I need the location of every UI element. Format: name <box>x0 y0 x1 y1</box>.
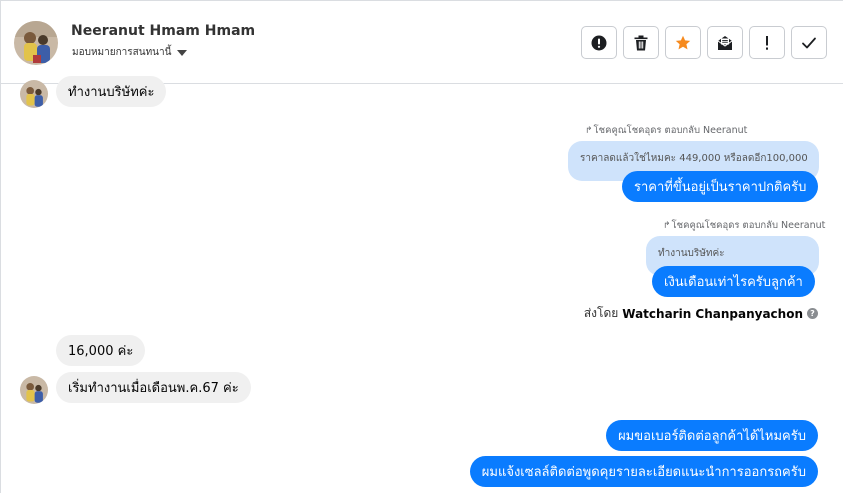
alert-circle-icon <box>591 35 607 50</box>
sent-by-name[interactable]: Watcharin Chanpanyachon <box>622 307 803 321</box>
sent-by-label: ส่งโดย Watcharin Chanpanyachon ? <box>584 304 818 323</box>
incoming-message[interactable]: เริ่มทำงานเมื่อเดือนพ.ค.67 ค่ะ <box>56 372 251 403</box>
reply-icon: ↱ <box>585 126 593 136</box>
star-icon <box>675 35 691 49</box>
reply-header-text: โชคคูณโชคอุดร ตอบกลับ Neeranut <box>671 220 826 231</box>
incoming-message[interactable]: ทำงานบริษัทค่ะ <box>56 76 167 107</box>
sent-by-prefix: ส่งโดย <box>583 306 619 320</box>
star-button[interactable] <box>665 26 701 59</box>
caret-down-icon <box>177 49 188 56</box>
mark-unread-button[interactable] <box>707 26 743 59</box>
conversation-panel: Neeranut Hmam Hmam มอบหมายการสนทนานี้ ทำ… <box>0 0 843 493</box>
incoming-message[interactable]: 16,000 ค่ะ <box>56 335 146 366</box>
contact-avatar[interactable] <box>14 21 58 65</box>
reply-header: ↱โชคคูณโชคอุดร ตอบกลับ Neeranut <box>585 123 747 138</box>
mark-important-button[interactable] <box>749 26 785 59</box>
reply-icon: ↱ <box>663 221 671 231</box>
conversation-header: Neeranut Hmam Hmam มอบหมายการสนทนานี้ <box>1 1 843 84</box>
assign-conversation-dropdown[interactable]: มอบหมายการสนทนานี้ <box>72 45 188 60</box>
outgoing-message[interactable]: ผมแจ้งเซลล์ติดต่อพูดคุยรายละเอียดแนะนำกา… <box>469 456 818 487</box>
reply-header-text: โชคคูณโชคอุดร ตอบกลับ Neeranut <box>593 125 748 136</box>
outgoing-message[interactable]: ราคาที่ขึ้นอยู่เป็นราคาปกติครับ <box>622 171 819 202</box>
outgoing-message[interactable]: เงินเดือนเท่าไรครับลูกค้า <box>652 266 815 297</box>
check-icon <box>802 37 816 48</box>
sender-avatar <box>20 80 48 108</box>
delete-button[interactable] <box>623 26 659 59</box>
sender-avatar <box>20 376 48 404</box>
assign-label: มอบหมายการสนทนานี้ <box>72 47 172 58</box>
outgoing-message[interactable]: ผมขอเบอร์ติดต่อลูกค้าได้ไหมครับ <box>606 420 818 451</box>
report-button[interactable] <box>581 26 617 59</box>
reply-header: ↱โชคคูณโชคอุดร ตอบกลับ Neeranut <box>663 218 825 233</box>
help-icon[interactable]: ? <box>807 308 818 319</box>
trash-icon <box>634 35 648 50</box>
mark-unread-icon <box>717 35 733 50</box>
mark-done-button[interactable] <box>791 26 827 59</box>
contact-name[interactable]: Neeranut Hmam Hmam <box>71 23 255 39</box>
conversation-toolbar <box>581 26 827 59</box>
exclamation-icon <box>766 35 768 50</box>
